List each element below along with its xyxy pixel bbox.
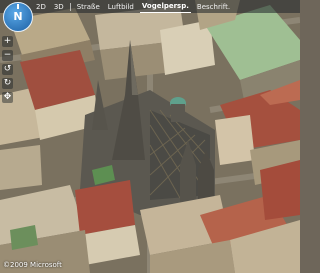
tab-2d[interactable]: 2D xyxy=(34,2,48,13)
toolbar-divider xyxy=(69,3,71,11)
copyright-attribution: ©2009 Microsoft xyxy=(3,261,62,269)
zoom-in-icon[interactable]: + xyxy=(2,36,13,47)
tab-road[interactable]: Straße xyxy=(75,2,102,13)
view-mode-tabs: 2D 3D Straße Luftbild Vogelpersp. Beschr… xyxy=(34,1,236,13)
birds-eye-map-viewer[interactable]: N 2D 3D Straße Luftbild Vogelpersp. Besc… xyxy=(0,0,300,273)
zoom-out-icon[interactable]: − xyxy=(2,50,13,61)
compass-button[interactable]: N xyxy=(3,2,33,32)
compass-north-label: N xyxy=(13,10,23,23)
aerial-birds-eye-image[interactable] xyxy=(0,0,300,273)
compass-tick-icon xyxy=(17,4,19,9)
tab-3d[interactable]: 3D xyxy=(52,2,66,13)
tab-labels[interactable]: Beschrift. xyxy=(195,2,232,13)
tab-aerial[interactable]: Luftbild xyxy=(106,2,136,13)
navigation-controls: + − ↺ ↻ ✥ xyxy=(2,36,14,106)
rotate-left-icon[interactable]: ↺ xyxy=(2,64,13,75)
rotate-right-icon[interactable]: ↻ xyxy=(2,78,13,89)
pan-icon[interactable]: ✥ xyxy=(2,92,13,103)
tab-birds-eye[interactable]: Vogelpersp. xyxy=(139,1,191,13)
